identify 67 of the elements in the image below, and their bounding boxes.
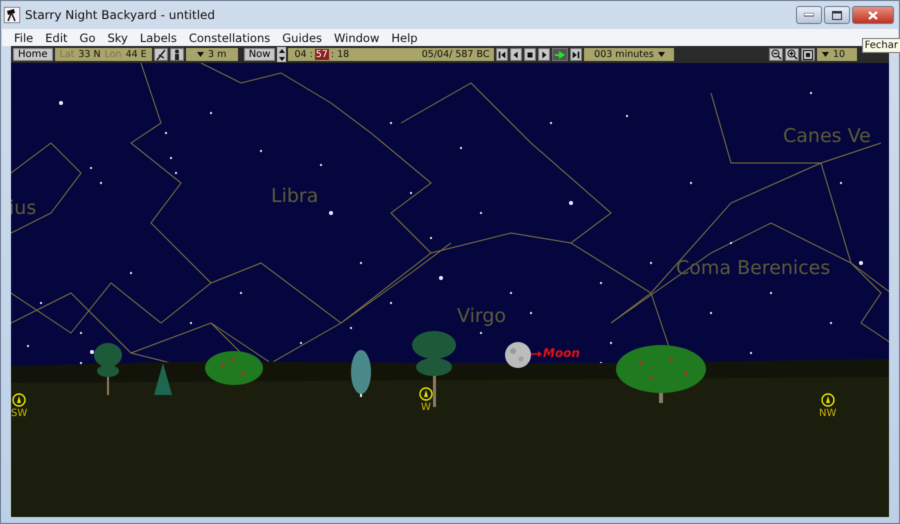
step-back-icon — [497, 50, 508, 60]
constellation-label: Virgo — [457, 307, 506, 326]
step-back-button[interactable] — [496, 48, 508, 61]
back-button[interactable] — [510, 48, 522, 61]
menu-item[interactable]: Constellations — [182, 30, 276, 44]
stop-button[interactable] — [524, 48, 536, 61]
menu-item[interactable]: Edit — [39, 30, 74, 44]
elevation-dropdown[interactable]: 3 m — [186, 48, 238, 61]
moon-leader-arrow — [531, 351, 542, 357]
birch-tree-drawing — [351, 350, 371, 397]
constellation-label: ius — [11, 199, 36, 218]
maximize-icon — [832, 10, 842, 20]
menu-item[interactable]: File — [8, 30, 40, 44]
menu-item[interactable]: Labels — [134, 30, 183, 44]
zoom-in-icon[interactable] — [785, 48, 799, 61]
time-segment[interactable]: 18 — [336, 49, 350, 60]
pine-tree-drawing — [94, 343, 122, 395]
minimize-button[interactable] — [796, 6, 822, 24]
time-segment[interactable]: 57 — [314, 49, 329, 60]
stop-icon — [525, 50, 536, 60]
close-icon — [868, 10, 878, 20]
time-segment[interactable]: 04 — [293, 49, 308, 60]
play-button[interactable] — [538, 48, 550, 61]
moon-label: Moon — [543, 346, 580, 360]
zoom-out-icon[interactable] — [769, 48, 783, 61]
caret-icon — [822, 52, 829, 57]
latitude-value: 33 N — [78, 49, 101, 60]
observer-icon[interactable] — [154, 48, 168, 61]
now-button[interactable]: Now — [244, 48, 276, 61]
close-button[interactable] — [852, 6, 894, 24]
menu-item[interactable]: Sky — [101, 30, 134, 44]
compass-marker-icon — [820, 393, 835, 407]
maximize-button[interactable] — [824, 6, 850, 24]
zoom-dropdown[interactable]: 10 — [817, 48, 857, 61]
compass-label: NW — [819, 408, 836, 419]
caret-icon — [197, 52, 204, 57]
constellation-label: Libra — [271, 187, 318, 206]
menu-item[interactable]: Window — [328, 30, 386, 44]
time-separator: : — [310, 49, 313, 60]
window-title: Starry Night Backyard - untitled — [25, 8, 216, 22]
menu-item[interactable]: Go — [74, 30, 102, 44]
compass-label: W — [421, 402, 431, 413]
caret-icon — [658, 52, 665, 57]
compass-marker-icon — [12, 393, 26, 407]
run-icon — [554, 50, 566, 60]
longitude-value: 44 E — [126, 49, 147, 60]
close-tooltip: Fechar — [862, 38, 900, 53]
apple-tree-drawing — [205, 351, 263, 385]
fit-icon[interactable] — [801, 48, 815, 61]
minimize-icon — [804, 13, 814, 17]
compass-marker-icon — [419, 387, 433, 401]
step-forward-icon — [571, 50, 582, 60]
home-button[interactable]: Home — [13, 48, 53, 61]
constellation-label: Canes Ve — [783, 127, 871, 146]
time-separator: : — [330, 49, 334, 60]
compass-label: SW — [11, 408, 28, 419]
step-forward-button[interactable] — [570, 48, 582, 61]
telescope-icon — [4, 7, 20, 23]
menu-item[interactable]: Help — [385, 30, 424, 44]
menu-item[interactable]: Guides — [276, 30, 328, 44]
fir-tree-drawing — [154, 363, 172, 395]
time-spinner[interactable] — [277, 47, 286, 62]
person-icon[interactable] — [170, 48, 184, 61]
time-step-dropdown[interactable]: 003 minutes — [584, 48, 674, 61]
date-value[interactable]: 05/04/ 587 BC — [422, 49, 490, 60]
run-button[interactable] — [552, 48, 568, 61]
moon-drawing — [505, 342, 531, 368]
